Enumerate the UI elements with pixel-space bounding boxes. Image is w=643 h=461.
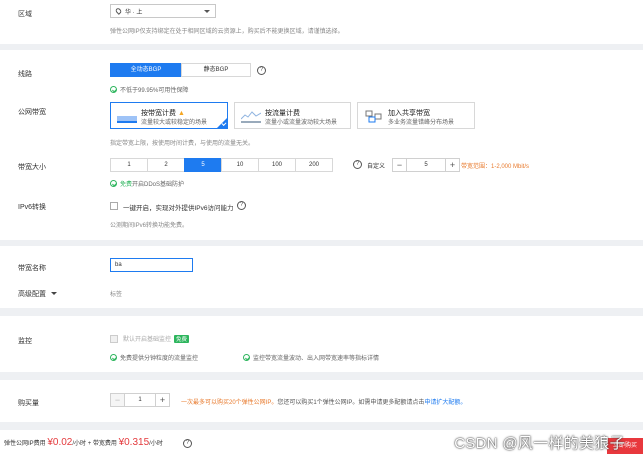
ipv6-checkbox-label: 一键开启，实现对外提供IPv6访问能力 [123, 205, 234, 212]
bandwidth-chart-icon [117, 110, 137, 123]
check-circle-icon [110, 86, 117, 93]
check-circle-icon [110, 354, 117, 361]
monitor-feature-2: 监控带宽流量波动、出入网带宽速率等指标详情 [243, 353, 379, 362]
check-circle-icon [243, 354, 250, 361]
billing-option-desc: 流量小或流量波动较大场景 [265, 120, 338, 126]
line-help-icon[interactable]: ? [257, 66, 266, 75]
monitor-label: 监控 [18, 338, 32, 345]
ddos-text: 开启DDoS基础防护 [132, 182, 185, 188]
check-circle-icon [110, 180, 117, 187]
name-card: 带宽名称 ba 高级配置 标签 [0, 246, 643, 308]
bandwidth-price: ¥0.315 [118, 437, 150, 448]
bandwidth-option-100[interactable]: 100 [258, 158, 296, 172]
quantity-increase-button[interactable]: + [155, 393, 170, 407]
eip-unit: /小时 + 带宽费用 [72, 441, 117, 447]
region-label: 区域 [18, 11, 32, 18]
monitor-feature-1-text: 免费提供分钟粒度的流量监控 [120, 356, 199, 362]
chevron-down-icon [204, 10, 210, 13]
quantity-card: 购买量 − 1 + 一次最多可以购买20个弹性公网IP。您还可以购买1个弹性公网… [0, 380, 643, 422]
traffic-chart-icon [240, 110, 262, 123]
region-select[interactable]: 华 · 上 [110, 4, 216, 18]
ipv6-hint: 公测期间IPv6转换功能免费。 [110, 223, 189, 229]
bandwidth-increase-button[interactable]: + [445, 158, 460, 172]
line-option-dynamic-bgp[interactable]: 全动态BGP [110, 63, 182, 77]
billing-option-bandwidth[interactable]: 按带宽计费 ▲ 流量较大或较稳定的场景 [110, 102, 228, 129]
bandwidth-name-label: 带宽名称 [18, 265, 46, 272]
monitor-feature-2-text: 监控带宽流量波动、出入网带宽速率等指标详情 [253, 356, 380, 362]
bandwidth-unit: /小时 [149, 441, 163, 447]
line-availability-text: 不低于99.95%可用性保障 [120, 88, 189, 94]
monitor-checkbox-label: 默认开启基础监控 免费 [123, 334, 190, 343]
monitor-card: 监控 默认开启基础监控 免费 免费提供分钟粒度的流量监控 监控带宽流量波动、出入网… [0, 316, 643, 372]
region-select-value: 华 · 上 [125, 10, 143, 16]
caret-down-icon [51, 292, 57, 295]
bandwidth-decrease-button[interactable]: − [392, 158, 407, 172]
selected-check-icon [216, 117, 228, 129]
bandwidth-option-2[interactable]: 2 [147, 158, 185, 172]
bandwidth-size-options: 1 2 5 10 100 200 [110, 158, 333, 172]
bandwidth-input[interactable]: 5 [407, 158, 445, 172]
quantity-label: 购买量 [18, 400, 39, 407]
billing-option-shared[interactable]: 加入共享带宽 多业务流量错峰分布场景 [357, 102, 475, 129]
ipv6-label: IPv6转换 [18, 204, 47, 211]
bandwidth-type-hint: 指定带宽上限，按使用时间计费，与使用的流量无关。 [110, 141, 255, 147]
quantity-stepper: − 1 + [110, 393, 170, 407]
advanced-config-label: 高级配置 [18, 291, 46, 298]
line-option-static-bgp[interactable]: 静态BGP [181, 63, 251, 77]
advanced-config-toggle[interactable]: 高级配置 [18, 289, 57, 299]
billing-option-desc: 流量较大或较稳定的场景 [141, 120, 208, 126]
ipv6-help-icon[interactable]: ? [237, 201, 246, 210]
ddos-protection: 免费开启DDoS基础防护 [110, 179, 184, 188]
monitor-feature-1: 免费提供分钟粒度的流量监控 [110, 353, 198, 362]
ipv6-checkbox[interactable] [110, 202, 118, 210]
region-hint: 弹性公网IP仅支持绑定在处于相同区域的云资源上，购买后不能更换区域，请谨慎选择。 [110, 29, 344, 35]
quantity-note-text: 您还可以购买1个弹性公网IP。如需申请更多配额请点击 [277, 400, 425, 406]
bandwidth-stepper: − 5 + [392, 158, 460, 172]
watermark: CSDN @风一样的美狼子 [454, 435, 625, 452]
monitor-checkbox-text: 默认开启基础监控 [123, 337, 172, 343]
custom-label: 自定义 [367, 164, 386, 170]
quantity-input[interactable]: 1 [125, 393, 155, 407]
bandwidth-help-icon[interactable]: ? [353, 160, 362, 169]
billing-option-desc: 多业务流量错峰分布场景 [388, 120, 455, 126]
monitor-checkbox[interactable] [110, 335, 118, 343]
line-label: 线路 [18, 71, 32, 78]
network-card: 线路 全动态BGP 静态BGP ? 不低于99.95%可用性保障 公网带宽 按带… [0, 50, 643, 240]
bandwidth-option-10[interactable]: 10 [221, 158, 259, 172]
bandwidth-type-label: 公网带宽 [18, 109, 46, 116]
ddos-free-text: 免费 [120, 182, 133, 188]
location-icon [114, 7, 123, 15]
price-help-icon[interactable]: ? [183, 439, 192, 448]
line-availability: 不低于99.95%可用性保障 [110, 85, 188, 94]
advanced-config-value: 标签 [110, 292, 123, 298]
free-badge: 免费 [174, 335, 190, 343]
bandwidth-name-input[interactable]: ba [110, 258, 193, 272]
quantity-note: 一次最多可以购买20个弹性公网IP。您还可以购买1个弹性公网IP。如需申请更多配… [181, 397, 466, 406]
bandwidth-option-1[interactable]: 1 [110, 158, 148, 172]
eip-fee-label: 弹性公网IP费用 [4, 441, 46, 447]
quantity-note-limit: 一次最多可以购买20个弹性公网IP。 [181, 400, 278, 406]
quantity-decrease-button[interactable]: − [110, 393, 125, 407]
price-bar: 弹性公网IP费用 ¥0.02/小时 + 带宽费用 ¥0.315/小时 ? 立即购… [0, 430, 643, 461]
bandwidth-option-5[interactable]: 5 [184, 158, 222, 172]
bandwidth-size-label: 带宽大小 [18, 164, 46, 171]
shared-bandwidth-icon [364, 110, 384, 123]
billing-option-traffic[interactable]: 按流量计费 流量小或流量波动较大场景 [234, 102, 351, 129]
quota-increase-link[interactable]: 申请扩大配额。 [424, 400, 466, 406]
thumb-up-icon: ▲ [178, 110, 185, 117]
eip-price: ¥0.02 [47, 437, 73, 448]
region-card: 区域 华 · 上 弹性公网IP仅支持绑定在处于相同区域的云资源上，购买后不能更换… [0, 0, 643, 44]
bandwidth-option-200[interactable]: 200 [295, 158, 333, 172]
price-summary: 弹性公网IP费用 ¥0.02/小时 + 带宽费用 ¥0.315/小时 [4, 437, 163, 448]
line-options: 全动态BGP 静态BGP [110, 63, 251, 77]
bandwidth-range: 带宽范围：1-2,000 Mbit/s [461, 164, 530, 170]
